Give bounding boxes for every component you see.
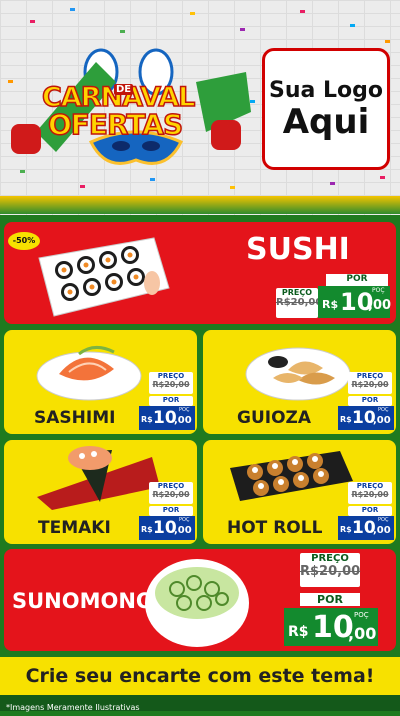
currency: R$ [340,415,352,424]
price-cents: ,00 [348,624,377,643]
preco-label: PREÇO [356,482,384,490]
product-name: HOT ROLL [227,518,323,538]
poc-label: POÇ [378,407,389,413]
price-cents: ,00 [174,415,192,426]
confetti [30,20,35,23]
product-card-hotroll[interactable]: HOT ROLL PREÇO R$20,00 POR R$ 10 ,00 POÇ [203,440,396,544]
carnaval-title-logo: CARNAVAL DE OFERTAS [6,42,256,192]
currency: R$ [141,415,153,424]
price-tag-sashimi: PREÇO R$20,00 POR R$ 10 ,00 POÇ [139,372,195,432]
currency: R$ [340,525,352,534]
old-price-box: PREÇO R$20,00 [149,482,193,504]
new-price-box: R$ 10 ,00 POÇ [139,516,195,540]
preco-label: PREÇO [281,288,313,297]
poc-label: POÇ [179,517,190,523]
new-price-box: R$ 10 ,00 POÇ [318,286,392,318]
sushi-image-icon [38,237,170,317]
new-price-box: R$ 10 ,00 POÇ [338,406,394,430]
old-price-box: PREÇO R$20,00 [348,482,392,504]
title-de: DE [114,84,134,95]
preco-label: PREÇO [311,553,349,564]
old-price-box: PREÇO R$20,00 [276,288,323,318]
new-price-box: R$ 10 ,00 POÇ [139,406,195,430]
confetti [120,30,125,33]
old-price: R$20,00 [152,490,190,499]
old-price: R$20,00 [351,380,389,389]
por-label: POR [348,506,392,516]
confetti [380,176,385,179]
price-tag-guioza: PREÇO R$20,00 POR R$ 10 ,00 POÇ [338,372,394,432]
logo-placeholder[interactable]: Sua Logo Aqui [262,48,390,170]
product-name: SUSHI [246,232,350,267]
old-price: R$20,00 [300,564,361,579]
product-card-sunomono[interactable]: SUNOMONO PREÇO R$20,00 POR R$ 10 ,00 POÇ [4,549,396,651]
old-price-box: PREÇO R$20,00 [300,553,360,587]
currency: R$ [141,525,153,534]
preco-label: PREÇO [157,372,185,380]
product-name: TEMAKI [38,518,111,538]
price-cents: ,00 [174,525,192,536]
por-label: POR [326,274,388,286]
confetti [70,8,75,11]
logo-text-line1: Sua Logo [268,77,383,103]
confetti [240,28,245,31]
product-name: GUIOZA [237,408,312,428]
old-price-box: PREÇO R$20,00 [149,372,193,394]
header-band [0,196,400,214]
cta-text: Crie seu encarte com este tema! [25,665,375,687]
footer: *Imagens Meramente Ilustrativas [0,695,400,712]
confetti [385,40,390,43]
product-card-guioza[interactable]: GUIOZA PREÇO R$20,00 POR R$ 10 ,00 POÇ [203,330,396,434]
currency: R$ [288,624,309,640]
price-tag-sushi: POR PREÇO R$20,00 R$ 10 ,00 POÇ [276,274,392,318]
new-price-box: R$ 10 ,00 POÇ [338,516,394,540]
preco-label: PREÇO [157,482,185,490]
por-label: POR [348,396,392,406]
confetti [330,182,335,185]
title-line2: OFERTAS [47,107,184,142]
old-price: R$20,00 [351,490,389,499]
poc-label: POÇ [179,407,190,413]
poc-label: POÇ [354,611,369,619]
price-cents: ,00 [373,525,391,536]
price-tag-hotroll: PREÇO R$20,00 POR R$ 10 ,00 POÇ [338,482,394,542]
cta-banner[interactable]: Crie seu encarte com este tema! [0,657,400,695]
preco-label: PREÇO [356,372,384,380]
poc-label: POÇ [372,287,385,294]
product-name: SASHIMI [34,408,116,428]
price-cents: ,00 [373,415,391,426]
por-label: POR [149,506,193,516]
confetti [190,12,195,15]
old-price: R$20,00 [276,297,323,308]
por-label: POR [149,396,193,406]
product-card-temaki[interactable]: TEMAKI PREÇO R$20,00 POR R$ 10 ,00 POÇ [4,440,197,544]
por-label: POR [300,593,360,606]
confetti [350,24,355,27]
price-cents: ,00 [368,298,392,313]
discount-badge: -50% [8,232,40,250]
old-price: R$20,00 [152,380,190,389]
guioza-image-icon [245,347,351,401]
hotroll-image-icon [230,451,353,501]
poc-label: POÇ [378,517,389,523]
price-tag-sunomono: PREÇO R$20,00 POR R$ 10 ,00 POÇ [282,553,392,649]
currency: R$ [322,298,339,311]
product-name: SUNOMONO [12,589,154,613]
product-card-sashimi[interactable]: SASHIMI PREÇO R$20,00 POR R$ 10 ,00 POÇ [4,330,197,434]
sunomono-image-icon [145,559,249,647]
product-card-sushi[interactable]: -50% SUSHI POR PREÇO R$20,00 R$ 10 ,00 P… [4,222,396,324]
logo-text-line2: Aqui [282,101,370,142]
price-tag-temaki: PREÇO R$20,00 POR R$ 10 ,00 POÇ [139,482,195,542]
new-price-box: R$ 10 ,00 POÇ [284,608,378,646]
old-price-box: PREÇO R$20,00 [348,372,392,394]
confetti [300,10,305,13]
sashimi-image-icon [36,346,142,401]
